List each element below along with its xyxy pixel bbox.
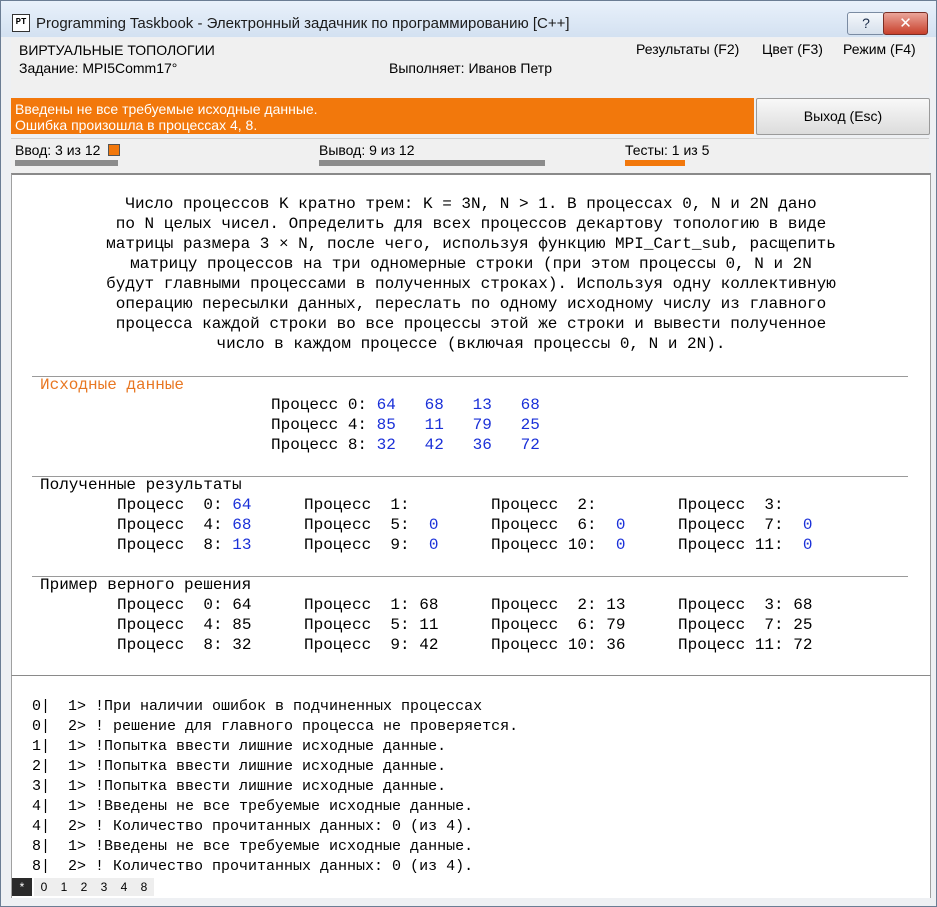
error-line-2: Ошибка произошла в процессах 4, 8.	[15, 117, 258, 133]
description-line: число в каждом процессе (включая процесс…	[216, 335, 726, 353]
close-button[interactable]: ✕	[883, 12, 928, 35]
description-line: Число процессов K кратно трем: K = 3N, N…	[125, 195, 817, 213]
example-cell: Процесс 11: 72	[678, 636, 813, 654]
result-cell: Процесс 9: 0	[304, 536, 439, 554]
example-cell: Процесс 1: 68	[304, 596, 439, 614]
tab-process-4[interactable]: 4	[114, 878, 134, 896]
window-title: Programming Taskbook - Электронный задач…	[36, 15, 570, 32]
result-cell: Процесс 10: 0	[491, 536, 626, 554]
description-line: процесса каждой строки во все процессы э…	[115, 315, 827, 333]
tab-all-processes[interactable]: *	[12, 878, 32, 896]
example-cell: Процесс 9: 42	[304, 636, 439, 654]
tests-counter: Тесты: 1 из 5	[625, 142, 710, 158]
counters-panel: Ввод: 3 из 12 Вывод: 9 из 12 Тесты: 1 из…	[11, 138, 929, 173]
debug-line: 0| 1> !При наличии ошибок в подчиненных …	[32, 698, 483, 715]
input-row: Процесс 8: 32 42 36 72	[271, 436, 540, 454]
app-window: PT Programming Taskbook - Электронный за…	[0, 0, 937, 907]
results-section-title: Полученные результаты	[40, 476, 242, 494]
debug-line: 8| 1> !Введены не все требуемые исходные…	[32, 838, 474, 855]
input-row: Процесс 0: 64 68 13 68	[271, 396, 540, 414]
description-line: матрицу процессов на три одномерные стро…	[130, 255, 812, 273]
result-cell: Процесс 1:	[304, 496, 410, 514]
performer-name: Выполняет: Иванов Петр	[389, 60, 553, 76]
example-cell: Процесс 7: 25	[678, 616, 813, 634]
description-line: будут главными процессами в полученных с…	[106, 275, 836, 293]
title-bar: PT Programming Taskbook - Электронный за…	[1, 1, 936, 37]
results-menu[interactable]: Результаты (F2)	[636, 41, 739, 57]
error-message: Введены не все требуемые исходные данные…	[11, 98, 754, 134]
task-name: Задание: MPI5Comm17°	[19, 60, 178, 76]
input-row: Процесс 4: 85 11 79 25	[271, 416, 540, 434]
mode-menu[interactable]: Режим (F4)	[843, 41, 916, 57]
description-line: матрицы размера 3 × N, после чего, испол…	[106, 235, 836, 253]
description-line: операцию пересылки данных, переслать по …	[115, 295, 827, 313]
status-row: Введены не все требуемые исходные данные…	[11, 98, 930, 136]
task-info-panel: ВИРТУАЛЬНЫЕ ТОПОЛОГИИ Задание: MPI5Comm1…	[11, 38, 929, 94]
result-cell: Процесс 0: 64	[117, 496, 252, 514]
result-cell: Процесс 5: 0	[304, 516, 439, 534]
debug-line: 3| 1> !Попытка ввести лишние исходные да…	[32, 778, 447, 795]
result-cell: Процесс 6: 0	[491, 516, 626, 534]
example-cell: Процесс 0: 64	[117, 596, 252, 614]
result-cell: Процесс 3:	[678, 496, 784, 514]
result-cell: Процесс 7: 0	[678, 516, 813, 534]
input-counter: Ввод: 3 из 12	[15, 142, 101, 158]
description-line: по N целых чисел. Определить для всех пр…	[115, 215, 827, 233]
tab-process-1[interactable]: 1	[54, 878, 74, 896]
tests-progress-bar	[625, 160, 685, 166]
input-section-title: Исходные данные	[40, 376, 185, 394]
debug-line: 2| 1> !Попытка ввести лишние исходные да…	[32, 758, 447, 775]
debug-line: 4| 2> ! Количество прочитанных данных: 0…	[32, 818, 474, 835]
app-icon: PT	[12, 14, 30, 32]
topic-title: ВИРТУАЛЬНЫЕ ТОПОЛОГИИ	[19, 42, 215, 58]
task-area: Число процессов K кратно трем: K = 3N, N…	[11, 173, 931, 677]
example-cell: Процесс 2: 13	[491, 596, 626, 614]
input-progress-bar	[15, 160, 118, 166]
result-cell: Процесс 8: 13	[117, 536, 252, 554]
result-cell: Процесс 2:	[491, 496, 597, 514]
help-button[interactable]: ?	[847, 12, 885, 35]
example-cell: Процесс 6: 79	[491, 616, 626, 634]
example-cell: Процесс 3: 68	[678, 596, 813, 614]
input-indicator	[108, 144, 120, 156]
exit-button[interactable]: Выход (Esc)	[756, 98, 930, 135]
close-icon: ✕	[899, 14, 912, 32]
example-cell: Процесс 5: 11	[304, 616, 439, 634]
example-cell: Процесс 4: 85	[117, 616, 252, 634]
example-cell: Процесс 10: 36	[491, 636, 626, 654]
result-cell: Процесс 4: 68	[117, 516, 252, 534]
debug-line: 4| 1> !Введены не все требуемые исходные…	[32, 798, 474, 815]
debug-line: 1| 1> !Попытка ввести лишние исходные да…	[32, 738, 447, 755]
tab-process-8[interactable]: 8	[134, 878, 154, 896]
output-counter: Вывод: 9 из 12	[319, 142, 415, 158]
error-line-1: Введены не все требуемые исходные данные…	[15, 101, 318, 117]
debug-panel[interactable]: 0| 1> !При наличии ошибок в подчиненных …	[11, 675, 931, 898]
debug-line: 0| 2> ! решение для главного процесса не…	[32, 718, 519, 735]
output-progress-bar	[319, 160, 545, 166]
tab-process-3[interactable]: 3	[94, 878, 114, 896]
color-menu[interactable]: Цвет (F3)	[762, 41, 823, 57]
example-cell: Процесс 8: 32	[117, 636, 252, 654]
example-section-title: Пример верного решения	[40, 576, 252, 594]
result-cell: Процесс 11: 0	[678, 536, 813, 554]
tab-process-0[interactable]: 0	[34, 878, 54, 896]
tab-process-2[interactable]: 2	[74, 878, 94, 896]
debug-line: 8| 2> ! Количество прочитанных данных: 0…	[32, 858, 474, 875]
